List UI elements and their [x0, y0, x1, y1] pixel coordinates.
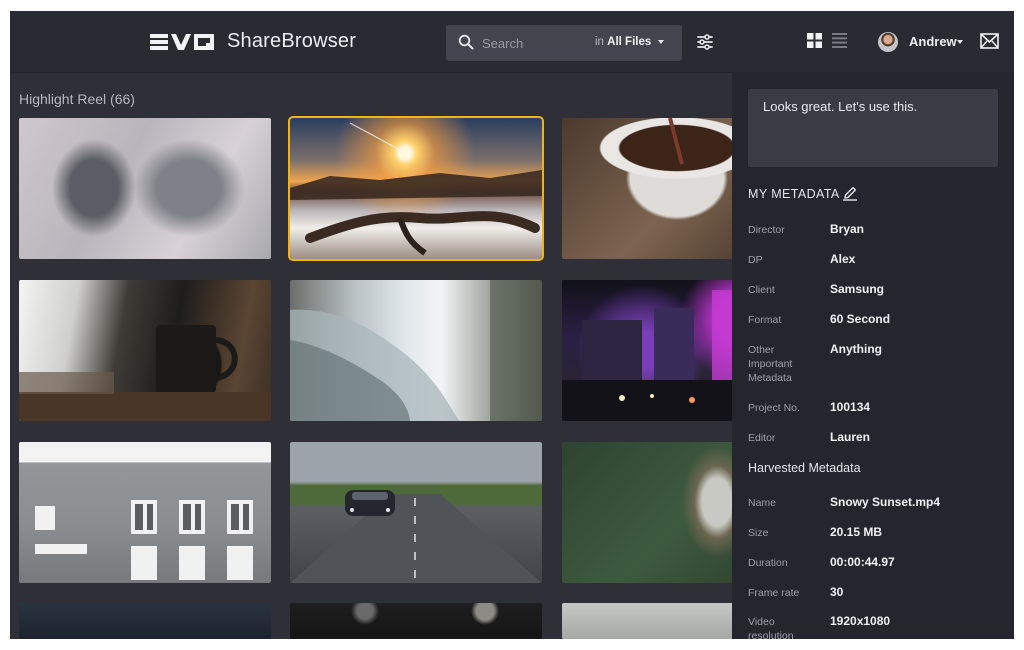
evo-logo[interactable] [150, 34, 214, 50]
my-metadata-title: MY METADATA [748, 187, 840, 201]
metadata-label-director: Director [748, 224, 785, 236]
pencil-icon[interactable] [842, 185, 858, 201]
top-bar: ShareBrowser in All Files [10, 11, 1014, 73]
metadata-label-editor: Editor [748, 432, 776, 444]
metadata-label-dp: DP [748, 254, 763, 266]
thumbnail-mug-window[interactable] [19, 280, 271, 421]
metadata-label-other: Other Important Metadata [748, 344, 793, 384]
comment-text: Looks great. Let's use this. [763, 99, 918, 114]
harvested-label-size: Size [748, 527, 769, 539]
sharebrowser-app: ShareBrowser in All Files [10, 11, 1014, 639]
thumbnail-snowy-building[interactable] [19, 442, 271, 583]
harvested-value-duration: 00:00:44.97 [830, 555, 895, 569]
list-view-icon[interactable] [832, 33, 847, 48]
search-scope-dropdown[interactable]: in All Files [595, 36, 665, 48]
metadata-value-editor[interactable]: Lauren [830, 430, 870, 444]
details-panel: Looks great. Let's use this. MY METADATA… [732, 73, 1014, 639]
comment-box[interactable]: Looks great. Let's use this. [748, 89, 998, 167]
grid-view-icon[interactable] [807, 33, 822, 48]
harvested-label-frame-rate: Frame rate [748, 587, 800, 599]
harvested-value-name: Snowy Sunset.mp4 [830, 495, 941, 509]
search-bar[interactable]: in All Files [446, 25, 682, 61]
harvested-value-frame-rate: 30 [830, 585, 844, 599]
thumbnail-snowy-trees[interactable] [19, 118, 271, 259]
user-avatar[interactable] [878, 32, 898, 52]
user-name[interactable]: Andrew [909, 34, 957, 49]
metadata-label-project-no: Project No. [748, 402, 800, 414]
metadata-value-project-no[interactable]: 100134 [830, 400, 870, 414]
harvested-metadata-title: Harvested Metadata [748, 461, 861, 475]
thumbnail-dark-sky[interactable] [19, 603, 271, 639]
metadata-value-format[interactable]: 60 Second [830, 312, 890, 326]
harvested-value-size: 20.15 MB [830, 525, 883, 539]
harvested-label-duration: Duration [748, 557, 788, 569]
thumbnail-snowy-sunset[interactable] [288, 116, 544, 261]
search-icon[interactable] [458, 34, 474, 50]
harvested-label-video-resolution: Video resolution [748, 616, 794, 639]
thumbnail-bokeh[interactable] [290, 603, 542, 639]
metadata-value-director[interactable]: Bryan [830, 222, 864, 236]
sunset-scene [290, 122, 542, 256]
gallery-title: Highlight Reel (66) [19, 91, 135, 107]
harvested-label-name: Name [748, 497, 777, 509]
metadata-label-client: Client [748, 284, 775, 296]
thumbnail-waterfall[interactable] [290, 280, 542, 421]
app-title: ShareBrowser [227, 30, 357, 52]
building-scene [35, 500, 253, 580]
metadata-value-other[interactable]: Anything [830, 342, 882, 356]
chevron-down-icon[interactable] [957, 40, 963, 44]
thumbnail-car-road[interactable] [290, 442, 542, 583]
waterfall-scene [290, 280, 542, 421]
search-input[interactable] [482, 33, 592, 53]
sliders-icon[interactable] [696, 33, 714, 51]
road-scene [290, 490, 542, 583]
harvested-value-video-resolution: 1920x1080 [830, 614, 891, 628]
chevron-down-icon [658, 39, 665, 44]
search-scope-prefix: in [595, 36, 604, 48]
metadata-value-client[interactable]: Samsung [830, 282, 884, 296]
mug-scene [19, 325, 271, 421]
metadata-value-dp[interactable]: Alex [830, 252, 855, 266]
metadata-label-format: Format [748, 314, 782, 326]
search-scope-value: All Files [607, 36, 652, 48]
mail-icon[interactable] [980, 33, 999, 49]
